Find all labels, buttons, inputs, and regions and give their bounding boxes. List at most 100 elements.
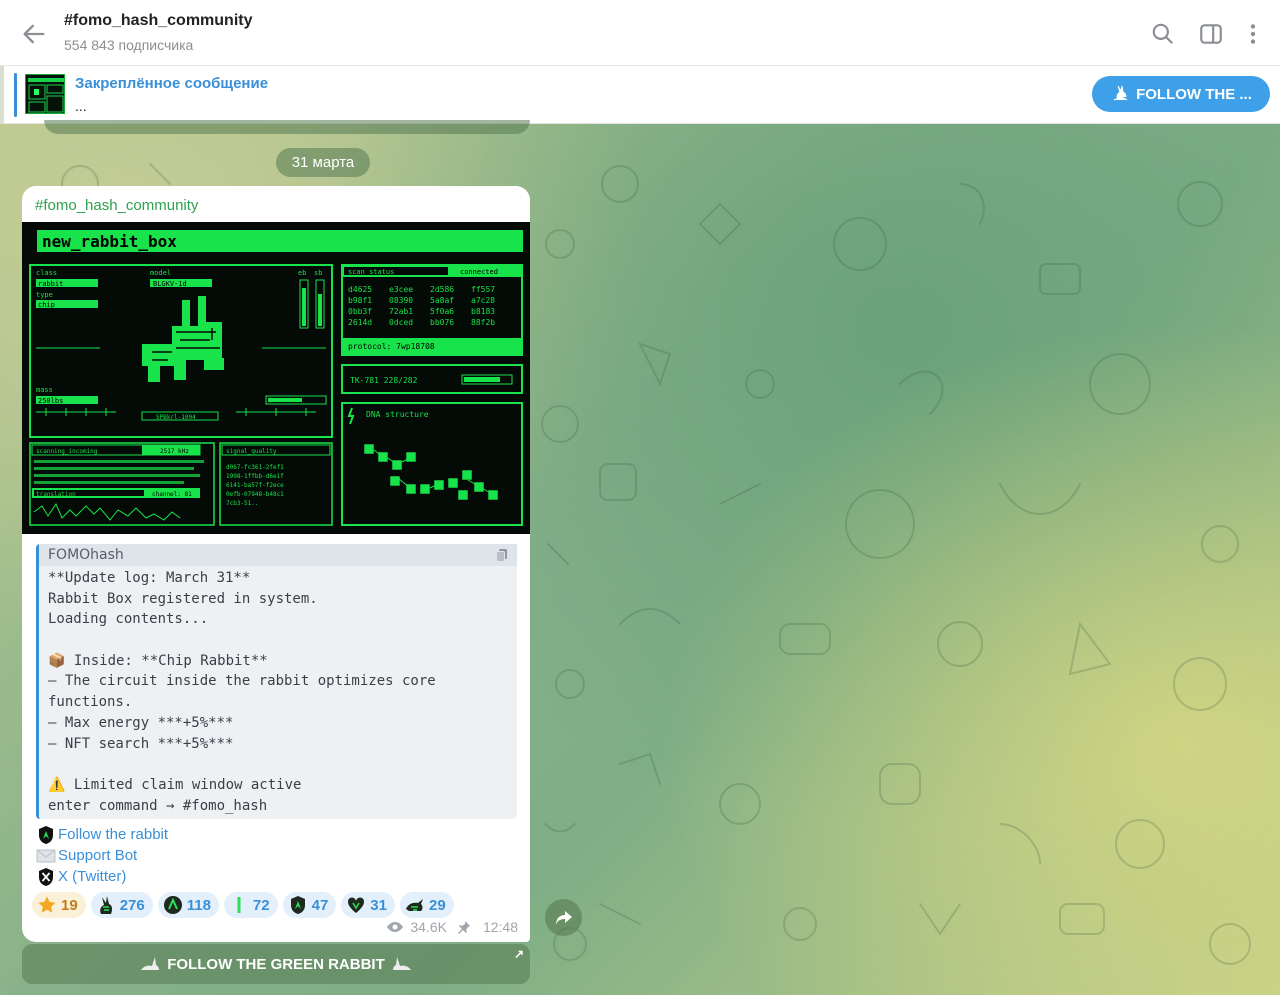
hex-value: d4625: [348, 285, 372, 294]
code-line: **Update log: March 31**: [48, 570, 251, 586]
image-serial: SPBkrl-1004: [156, 414, 196, 421]
hex-value: 2d586: [430, 285, 454, 294]
reaction-green-rabbit[interactable]: 276: [90, 892, 153, 918]
code-block[interactable]: FOMOhash **Update log: March 31** Rabbit …: [36, 544, 517, 819]
reaction-green-bar[interactable]: 72: [223, 892, 278, 918]
link-follow-rabbit[interactable]: Follow the rabbit: [36, 824, 168, 845]
code-language: FOMOhash: [48, 547, 124, 563]
pinned-title: Закреплённое сообщение: [75, 75, 269, 92]
reaction-count: 29: [428, 896, 446, 914]
reaction-green-circle[interactable]: 118: [157, 892, 219, 918]
code-line: ⚠️ Limited claim window active: [48, 776, 302, 793]
x-logo-icon: [39, 867, 53, 886]
post-meta: 34.6K 12:48: [386, 919, 518, 935]
code-line: – Max energy ***+5%***: [48, 714, 234, 731]
signal-line: 6141-ba57f-f2ece: [226, 482, 284, 489]
pinned-thumbnail: [25, 74, 65, 114]
pinned-indicator: [14, 73, 17, 117]
code-line: Rabbit Box registered in system.: [48, 590, 318, 607]
view-count: 34.6K: [410, 919, 447, 935]
forward-button[interactable]: [545, 899, 582, 936]
hex-value: 0dced: [389, 318, 413, 327]
rabbit-icon: [1113, 85, 1128, 101]
image-heading: new_rabbit_box: [42, 232, 177, 251]
rabbit-icon: [141, 957, 160, 970]
chat-title-block[interactable]: #fomo_hash_community 554 843 подписчика: [64, 11, 252, 57]
image-class-value: rabbit: [38, 280, 63, 288]
link-x-twitter[interactable]: X (Twitter): [36, 866, 168, 887]
pinned-message-bar[interactable]: Закреплённое сообщение ...: [0, 66, 1280, 124]
reaction-count: 31: [370, 896, 387, 914]
code-line: Loading contents...: [48, 611, 209, 628]
follow-green-rabbit-label: FOLLOW THE GREEN RABBIT: [167, 955, 385, 973]
image-class-label: class: [36, 269, 57, 277]
share-arrow-icon: [555, 910, 572, 925]
post-author[interactable]: #fomo_hash_community: [35, 196, 198, 216]
hex-value: 5f0a6: [430, 307, 454, 316]
image-connected: connected: [460, 268, 498, 276]
image-channel: channel: 81: [152, 491, 192, 498]
reactions-bar: 19 276 118 72 47 31 29: [32, 892, 454, 918]
more-vertical-icon[interactable]: [1240, 21, 1266, 47]
green-circle-icon: [163, 896, 182, 914]
reaction-star[interactable]: 19: [32, 892, 86, 918]
hex-value: 88f2b: [471, 318, 495, 327]
sidebar-panel-icon[interactable]: [1198, 21, 1224, 47]
image-scanning-label: scanning_incoming: [36, 448, 98, 455]
image-protocol: protocol: 7wp18708: [348, 342, 435, 351]
image-dna-label: DNA structure: [366, 410, 429, 419]
previous-message-edge: [44, 120, 530, 134]
external-link-icon: ↗: [513, 947, 524, 961]
hex-value: 5a8af: [430, 296, 454, 305]
search-icon[interactable]: [1150, 21, 1176, 47]
channel-post[interactable]: #fomo_hash_community new_rabbit_box clas…: [22, 186, 530, 942]
green-rabbit-run-icon: [405, 899, 423, 911]
hex-value: 72ab1: [389, 307, 413, 316]
reaction-count: 276: [119, 896, 145, 914]
hex-value: b8183: [471, 307, 495, 316]
pinned-follow-button[interactable]: FOLLOW THE ...: [1092, 76, 1270, 112]
code-line: 📦 Inside: **Chip Rabbit**: [48, 652, 268, 669]
reaction-count: 72: [252, 896, 270, 914]
code-line: enter command → #fomo_hash: [48, 797, 268, 814]
post-links: Follow the rabbit Support Bot X (Twitter…: [36, 824, 168, 887]
back-arrow-icon[interactable]: [20, 20, 48, 48]
signal-line: 0efb-07948-b48c1: [226, 491, 284, 498]
pin-icon: [457, 921, 470, 934]
reaction-green-shield[interactable]: 47: [282, 892, 337, 918]
code-line: – The circuit inside the rabbit optimize…: [48, 673, 436, 690]
follow-green-rabbit-button[interactable]: FOLLOW THE GREEN RABBIT ↗: [22, 944, 530, 984]
code-line: – NFT search ***+5%***: [48, 735, 234, 752]
image-tk: TK-781 228/282: [350, 376, 418, 385]
star-icon: [38, 896, 56, 913]
green-bar-icon: [237, 897, 241, 913]
link-follow-rabbit-label: Follow the rabbit: [58, 826, 169, 843]
signal-line: 1998-1ffbb-d6e1f: [226, 473, 284, 480]
green-rabbit-icon: [99, 896, 112, 914]
hex-value: 08390: [389, 296, 413, 305]
image-type-value: chip: [38, 301, 55, 309]
chat-title: #fomo_hash_community: [64, 12, 253, 29]
hex-value: e3cee: [389, 285, 413, 294]
reaction-count: 118: [186, 896, 211, 914]
post-image[interactable]: new_rabbit_box class rabbit type chip mo…: [22, 222, 530, 534]
hex-value: ff557: [471, 285, 495, 294]
image-scan-status: scan_status: [348, 268, 394, 276]
reaction-green-heart[interactable]: 31: [341, 892, 395, 918]
image-model-label: model: [150, 269, 171, 277]
image-signal-label: signal_quality: [226, 448, 277, 455]
image-eb-label: eb: [298, 269, 306, 277]
image-mass-label: mass: [36, 386, 53, 394]
link-support-bot[interactable]: Support Bot: [36, 845, 168, 866]
subscriber-count: 554 843 подписчика: [64, 37, 194, 53]
copy-icon[interactable]: [495, 548, 509, 562]
image-model-value: BLGKV-1d: [153, 280, 187, 288]
reaction-green-rabbit-run[interactable]: 29: [399, 892, 454, 918]
envelope-icon: [36, 849, 56, 862]
hex-value: a7c28: [471, 296, 495, 305]
signal-line: d067-fc361-2fef1: [226, 464, 284, 471]
link-x-twitter-label: X (Twitter): [58, 868, 127, 885]
image-mass-value: 250lbs: [38, 397, 63, 405]
